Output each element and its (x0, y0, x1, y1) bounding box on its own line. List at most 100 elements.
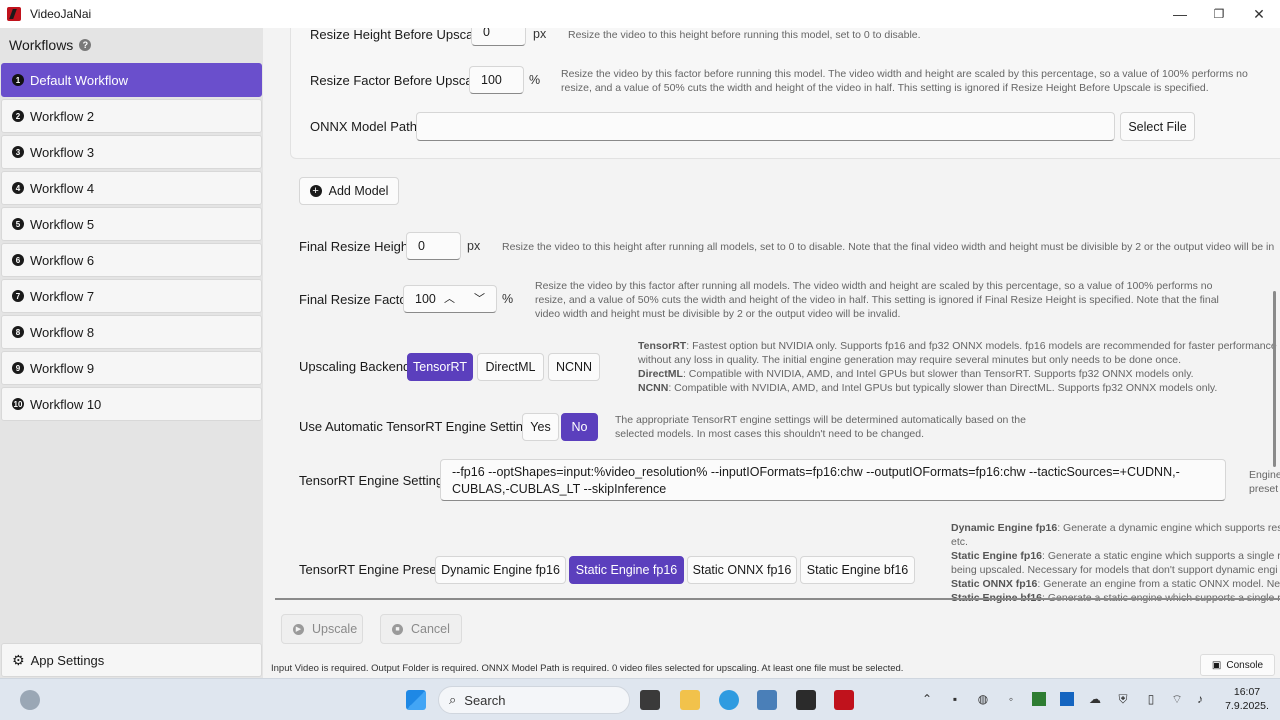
close-button[interactable]: ✕ (1239, 0, 1279, 28)
wifi-icon[interactable]: ⌔ (1170, 692, 1184, 706)
minimize-button[interactable]: — (1160, 0, 1200, 28)
preset-static-onnx-fp16-button[interactable]: Static ONNX fp16 (687, 556, 797, 584)
sidebar-item-workflow-10[interactable]: 10 Workflow 10 (1, 387, 262, 421)
chevron-up-icon[interactable]: ︿ (444, 290, 455, 306)
tray-app-icon[interactable]: ◦ (1004, 692, 1018, 706)
preset-dynamic-engine-fp16-button[interactable]: Dynamic Engine fp16 (435, 556, 566, 584)
onnx-model-path-label: ONNX Model Path (310, 119, 417, 134)
sidebar-item-default-workflow[interactable]: 1 Default Workflow (1, 63, 262, 97)
sidebar-item-label: Workflow 4 (30, 180, 95, 196)
preset-static-engine-fp16-button[interactable]: Static Engine fp16 (569, 556, 684, 584)
app-settings-button[interactable]: ⚙ App Settings (1, 643, 262, 677)
sidebar-item-workflow-9[interactable]: 9 Workflow 9 (1, 351, 262, 385)
weather-icon[interactable] (20, 690, 40, 710)
desc-name: NCNN (638, 382, 669, 394)
backend-desc: TensorRT: Fastest option but NVIDIA only… (638, 339, 1280, 395)
shield-icon[interactable]: ⛨ (1116, 692, 1130, 706)
photos-icon[interactable] (757, 690, 777, 710)
chevron-down-icon[interactable]: ﹀ (474, 290, 485, 306)
final-resize-factor-desc: Resize the video by this factor after ru… (535, 280, 1219, 320)
clock-time: 16:07 (1233, 686, 1261, 698)
select-file-button[interactable]: Select File (1120, 112, 1195, 141)
sidebar-item-label: Workflow 2 (30, 108, 95, 124)
final-resize-height-unit: px (467, 239, 481, 253)
cancel-button[interactable]: ■ Cancel (380, 614, 462, 644)
final-resize-factor-input[interactable]: 100 ︿ ﹀ (403, 285, 497, 313)
auto-trt-yes-button[interactable]: Yes (522, 413, 559, 441)
desc-name: DirectML (638, 368, 683, 380)
sidebar-item-workflow-2[interactable]: 2 Workflow 2 (1, 99, 262, 133)
maximize-button[interactable]: ❐ (1199, 0, 1239, 28)
resize-height-before-input[interactable]: 0 (471, 28, 526, 46)
backend-directml-button[interactable]: DirectML (477, 353, 544, 381)
sidebar-item-workflow-6[interactable]: 6 Workflow 6 (1, 243, 262, 277)
help-icon[interactable]: ? (79, 39, 92, 51)
sidebar-item-workflow-4[interactable]: 4 Workflow 4 (1, 171, 262, 205)
trt-settings-input[interactable]: --fp16 --optShapes=input:%video_resoluti… (440, 459, 1226, 501)
validation-status: Input Video is required. Output Folder i… (271, 663, 904, 674)
gear-icon: ⚙ (12, 651, 25, 668)
number-7-icon: 7 (12, 290, 24, 302)
onnx-model-path-input[interactable] (416, 112, 1115, 141)
windows-start-icon[interactable] (406, 690, 426, 710)
videojanai-taskbar-icon[interactable] (834, 690, 854, 710)
final-resize-factor-label: Final Resize Factor (299, 292, 411, 307)
play-icon: ▶ (293, 623, 304, 635)
upscale-button[interactable]: ▶ Upscale (281, 614, 363, 644)
chevron-up-tray-icon[interactable]: ⌃ (920, 692, 934, 706)
trt-settings-side-note: Engine preset (1249, 468, 1280, 496)
desc-text: : Fastest option but NVIDIA only. Suppor… (686, 340, 1280, 352)
number-4-icon: 4 (12, 182, 24, 194)
side-note-line: preset (1249, 483, 1279, 495)
sidebar-item-label: Workflow 9 (30, 360, 95, 376)
sidebar-item-workflow-8[interactable]: 8 Workflow 8 (1, 315, 262, 349)
final-resize-factor-value: 100 (415, 292, 436, 306)
tray-app-icon[interactable] (1060, 692, 1074, 706)
sidebar-item-workflow-5[interactable]: 5 Workflow 5 (1, 207, 262, 241)
desc-text: being upscaled. Necessary for models tha… (951, 564, 1278, 576)
final-resize-factor-unit: % (502, 292, 514, 306)
trt-presets-label: TensorRT Engine Presets (299, 562, 447, 577)
network-app-icon[interactable]: ◍ (976, 692, 990, 706)
cloud-icon[interactable]: ☁ (1088, 692, 1102, 706)
backend-ncnn-button[interactable]: NCNN (548, 353, 600, 381)
sidebar-item-workflow-3[interactable]: 3 Workflow 3 (1, 135, 262, 169)
preset-static-engine-bf16-button[interactable]: Static Engine bf16 (800, 556, 915, 584)
resize-height-before-label: Resize Height Before Upscale (310, 28, 484, 42)
horizontal-scrollbar[interactable] (275, 598, 1280, 600)
app-logo-icon (7, 7, 21, 21)
number-6-icon: 6 (12, 254, 24, 266)
terminal-icon: ▣ (1211, 659, 1222, 671)
sidebar-item-label: Workflow 6 (30, 252, 95, 268)
task-view-icon[interactable] (640, 690, 660, 710)
sidebar-item-workflow-7[interactable]: 7 Workflow 7 (1, 279, 262, 313)
taskbar-clock[interactable]: 16:07 7.9.2025. (1218, 685, 1276, 713)
upscale-label: Upscale (312, 622, 358, 636)
final-resize-height-input[interactable]: 0 (406, 232, 461, 260)
desc-text: : Compatible with NVIDIA, AMD, and Intel… (668, 382, 1218, 394)
taskbar-search-placeholder: Search (464, 692, 506, 708)
number-2-icon: 2 (12, 110, 24, 122)
auto-trt-no-button[interactable]: No (561, 413, 598, 441)
main-content: Resize Height Before Upscale 0 px Resize… (263, 28, 1280, 678)
add-model-button[interactable]: + Add Model (299, 177, 399, 205)
battery-icon[interactable]: ▯ (1144, 692, 1158, 706)
vertical-scrollbar[interactable] (1273, 291, 1276, 467)
terminal-app-icon[interactable] (796, 690, 816, 710)
auto-trt-desc: The appropriate TensorRT engine settings… (615, 414, 1026, 440)
auto-trt-label: Use Automatic TensorRT Engine Settings (299, 419, 537, 434)
tray-app-icon[interactable]: ▪ (948, 692, 962, 706)
backend-tensorrt-button[interactable]: TensorRT (407, 353, 473, 381)
number-9-icon: 9 (12, 362, 24, 374)
file-explorer-icon[interactable] (680, 690, 700, 710)
window-title: VideoJaNai (30, 7, 92, 21)
browser-icon[interactable] (719, 690, 739, 710)
upscaling-backend-label: Upscaling Backend (299, 359, 411, 374)
resize-height-before-unit: px (533, 28, 547, 41)
resize-factor-before-input[interactable]: 100 (469, 66, 524, 94)
volume-icon[interactable]: ♪ (1193, 692, 1207, 706)
taskbar-search[interactable]: ⌕ Search (438, 686, 630, 714)
nvidia-icon[interactable] (1032, 692, 1046, 706)
console-button[interactable]: ▣ Console (1200, 654, 1275, 676)
final-resize-height-label: Final Resize Height (299, 239, 412, 254)
